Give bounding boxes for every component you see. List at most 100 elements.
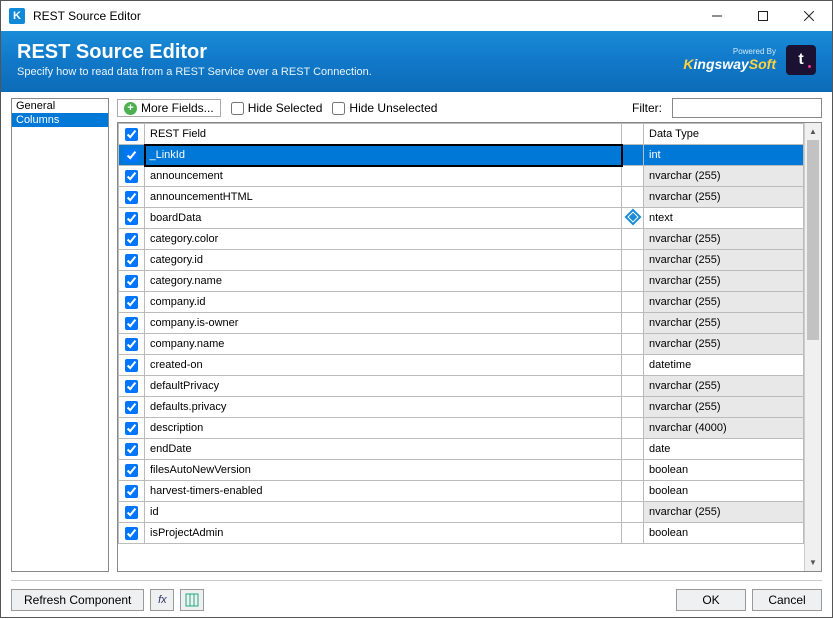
data-type-cell[interactable]: ntext xyxy=(644,208,804,229)
row-checkbox[interactable] xyxy=(119,313,145,334)
data-type-cell[interactable]: boolean xyxy=(644,481,804,502)
data-type-cell[interactable]: nvarchar (255) xyxy=(644,502,804,523)
select-all-checkbox[interactable] xyxy=(119,124,145,145)
field-type-icon xyxy=(622,460,644,481)
data-type-cell[interactable]: datetime xyxy=(644,355,804,376)
data-type-cell[interactable]: nvarchar (255) xyxy=(644,250,804,271)
header-data-type[interactable]: Data Type xyxy=(644,124,804,145)
ok-button[interactable]: OK xyxy=(676,589,746,611)
table-row[interactable]: announcement nvarchar (255) xyxy=(119,166,804,187)
field-name-cell[interactable]: filesAutoNewVersion xyxy=(145,460,622,481)
table-row[interactable]: endDate date xyxy=(119,439,804,460)
row-checkbox[interactable] xyxy=(119,292,145,313)
row-checkbox[interactable] xyxy=(119,460,145,481)
tab-general[interactable]: General xyxy=(12,99,108,113)
field-name-cell[interactable]: created-on xyxy=(145,355,622,376)
table-row[interactable]: company.id nvarchar (255) xyxy=(119,292,804,313)
data-type-cell[interactable]: nvarchar (255) xyxy=(644,292,804,313)
field-name-cell[interactable]: defaults.privacy xyxy=(145,397,622,418)
table-row[interactable]: boardData ntext xyxy=(119,208,804,229)
field-name-cell[interactable]: endDate xyxy=(145,439,622,460)
field-name-cell[interactable]: _LinkId xyxy=(145,145,622,166)
data-type-cell[interactable]: nvarchar (255) xyxy=(644,271,804,292)
table-row[interactable]: category.name nvarchar (255) xyxy=(119,271,804,292)
close-button[interactable] xyxy=(786,1,832,31)
table-row[interactable]: isProjectAdmin boolean xyxy=(119,523,804,544)
field-name-cell[interactable]: boardData xyxy=(145,208,622,229)
data-type-cell[interactable]: nvarchar (255) xyxy=(644,376,804,397)
field-name-cell[interactable]: announcement xyxy=(145,166,622,187)
row-checkbox[interactable] xyxy=(119,229,145,250)
more-fields-button[interactable]: + More Fields... xyxy=(117,99,221,117)
field-name-cell[interactable]: announcementHTML xyxy=(145,187,622,208)
row-checkbox[interactable] xyxy=(119,397,145,418)
row-checkbox[interactable] xyxy=(119,523,145,544)
header-rest-field[interactable]: REST Field xyxy=(145,124,622,145)
row-checkbox[interactable] xyxy=(119,439,145,460)
field-name-cell[interactable]: category.name xyxy=(145,271,622,292)
row-checkbox[interactable] xyxy=(119,334,145,355)
refresh-component-button[interactable]: Refresh Component xyxy=(11,589,144,611)
hide-unselected-checkbox[interactable]: Hide Unselected xyxy=(332,101,437,115)
table-row[interactable]: filesAutoNewVersion boolean xyxy=(119,460,804,481)
data-type-cell[interactable]: nvarchar (255) xyxy=(644,334,804,355)
data-type-cell[interactable]: nvarchar (255) xyxy=(644,187,804,208)
table-row[interactable]: harvest-timers-enabled boolean xyxy=(119,481,804,502)
columns-icon-button[interactable] xyxy=(180,589,204,611)
hide-selected-checkbox[interactable]: Hide Selected xyxy=(231,101,323,115)
data-type-cell[interactable]: int xyxy=(644,145,804,166)
field-name-cell[interactable]: id xyxy=(145,502,622,523)
table-row[interactable]: description nvarchar (4000) xyxy=(119,418,804,439)
data-type-cell[interactable]: nvarchar (255) xyxy=(644,229,804,250)
filter-input[interactable] xyxy=(672,98,822,118)
table-row[interactable]: defaults.privacy nvarchar (255) xyxy=(119,397,804,418)
data-type-cell[interactable]: nvarchar (255) xyxy=(644,313,804,334)
scroll-thumb[interactable] xyxy=(807,140,819,340)
fx-button[interactable]: fx xyxy=(150,589,174,611)
maximize-button[interactable] xyxy=(740,1,786,31)
data-type-cell[interactable]: nvarchar (4000) xyxy=(644,418,804,439)
table-row[interactable]: category.color nvarchar (255) xyxy=(119,229,804,250)
row-checkbox[interactable] xyxy=(119,250,145,271)
table-row[interactable]: company.name nvarchar (255) xyxy=(119,334,804,355)
minimize-button[interactable] xyxy=(694,1,740,31)
cancel-button[interactable]: Cancel xyxy=(752,589,822,611)
row-checkbox[interactable] xyxy=(119,166,145,187)
row-checkbox[interactable] xyxy=(119,376,145,397)
field-type-icon xyxy=(622,502,644,523)
tab-columns[interactable]: Columns xyxy=(12,113,108,127)
table-row[interactable]: _LinkId int xyxy=(119,145,804,166)
data-type-cell[interactable]: boolean xyxy=(644,523,804,544)
data-type-cell[interactable]: nvarchar (255) xyxy=(644,166,804,187)
field-name-cell[interactable]: isProjectAdmin xyxy=(145,523,622,544)
columns-toolbar: + More Fields... Hide Selected Hide Unse… xyxy=(117,98,822,122)
scroll-up-arrow[interactable]: ▲ xyxy=(805,123,821,140)
row-checkbox[interactable] xyxy=(119,502,145,523)
field-name-cell[interactable]: company.is-owner xyxy=(145,313,622,334)
field-name-cell[interactable]: description xyxy=(145,418,622,439)
vertical-scrollbar[interactable]: ▲ ▼ xyxy=(804,123,821,571)
field-name-cell[interactable]: company.id xyxy=(145,292,622,313)
field-name-cell[interactable]: defaultPrivacy xyxy=(145,376,622,397)
table-row[interactable]: defaultPrivacy nvarchar (255) xyxy=(119,376,804,397)
table-row[interactable]: category.id nvarchar (255) xyxy=(119,250,804,271)
table-row[interactable]: created-on datetime xyxy=(119,355,804,376)
data-type-cell[interactable]: date xyxy=(644,439,804,460)
row-checkbox[interactable] xyxy=(119,481,145,502)
field-name-cell[interactable]: category.color xyxy=(145,229,622,250)
row-checkbox[interactable] xyxy=(119,271,145,292)
scroll-down-arrow[interactable]: ▼ xyxy=(805,554,821,571)
field-name-cell[interactable]: harvest-timers-enabled xyxy=(145,481,622,502)
row-checkbox[interactable] xyxy=(119,187,145,208)
row-checkbox[interactable] xyxy=(119,418,145,439)
field-name-cell[interactable]: company.name xyxy=(145,334,622,355)
data-type-cell[interactable]: nvarchar (255) xyxy=(644,397,804,418)
row-checkbox[interactable] xyxy=(119,355,145,376)
row-checkbox[interactable] xyxy=(119,208,145,229)
table-row[interactable]: announcementHTML nvarchar (255) xyxy=(119,187,804,208)
row-checkbox[interactable] xyxy=(119,145,145,166)
table-row[interactable]: id nvarchar (255) xyxy=(119,502,804,523)
field-name-cell[interactable]: category.id xyxy=(145,250,622,271)
data-type-cell[interactable]: boolean xyxy=(644,460,804,481)
table-row[interactable]: company.is-owner nvarchar (255) xyxy=(119,313,804,334)
